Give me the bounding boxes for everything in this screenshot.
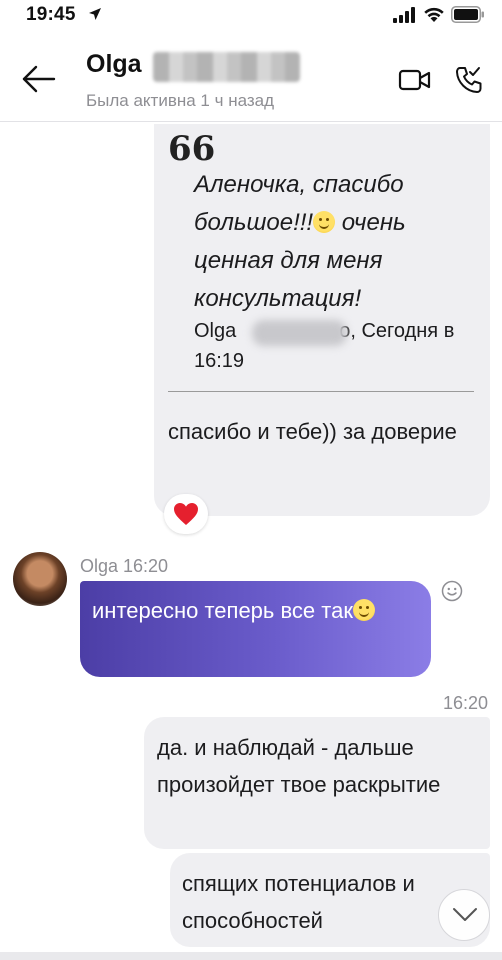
smile-emoji-icon bbox=[313, 211, 336, 233]
heart-icon bbox=[174, 503, 198, 525]
scroll-to-bottom-button[interactable] bbox=[438, 889, 490, 941]
chevron-down-icon bbox=[453, 908, 477, 921]
smile-emoji-icon bbox=[352, 599, 375, 621]
reply-message-text: спасибо и тебе)) за доверие bbox=[168, 419, 457, 444]
quoted-reply-bubble[interactable]: 66 Аленочка, спасибо большое!!! очень це… bbox=[154, 124, 490, 516]
outgoing-message-text: да. и наблюдай - дальше произойдет твое … bbox=[157, 735, 441, 797]
incoming-message-text: интересно теперь все так bbox=[92, 593, 422, 629]
quote-divider bbox=[168, 391, 474, 392]
sender-avatar[interactable] bbox=[13, 552, 67, 606]
video-call-icon[interactable] bbox=[398, 68, 432, 92]
status-bar: 19:45 bbox=[0, 0, 502, 32]
battery-icon bbox=[451, 6, 484, 23]
add-reaction-icon[interactable] bbox=[441, 580, 463, 602]
incoming-message-bubble[interactable]: интересно теперь все так bbox=[80, 581, 431, 677]
sender-name-time: Olga 16:20 bbox=[80, 556, 169, 576]
heart-reaction-badge[interactable] bbox=[164, 494, 208, 534]
outgoing-timestamp: 16:20 bbox=[442, 693, 488, 713]
contact-name[interactable]: Olga bbox=[86, 50, 142, 79]
chat-header: Olga Была активна 1 ч назад bbox=[0, 32, 502, 122]
redacted-author-surname bbox=[252, 320, 347, 346]
outgoing-message-bubble[interactable]: да. и наблюдай - дальше произойдет твое … bbox=[144, 717, 490, 849]
quote-mark-icon: 66 bbox=[168, 129, 216, 169]
composer-edge bbox=[0, 952, 502, 960]
location-arrow-icon bbox=[89, 8, 101, 20]
cellular-signal-icon bbox=[393, 7, 415, 23]
outgoing-message-text: спящих потенциалов и способностей bbox=[182, 871, 415, 933]
last-seen-status: Была активна 1 ч назад bbox=[86, 91, 275, 110]
wifi-icon bbox=[424, 7, 444, 22]
redacted-surname bbox=[153, 52, 300, 82]
quoted-message-text: Аленочка, спасибо большое!!! очень ценна… bbox=[194, 171, 406, 312]
status-time: 19:45 bbox=[26, 4, 76, 25]
phone-call-icon[interactable] bbox=[455, 66, 483, 94]
back-arrow-icon[interactable] bbox=[22, 64, 56, 94]
